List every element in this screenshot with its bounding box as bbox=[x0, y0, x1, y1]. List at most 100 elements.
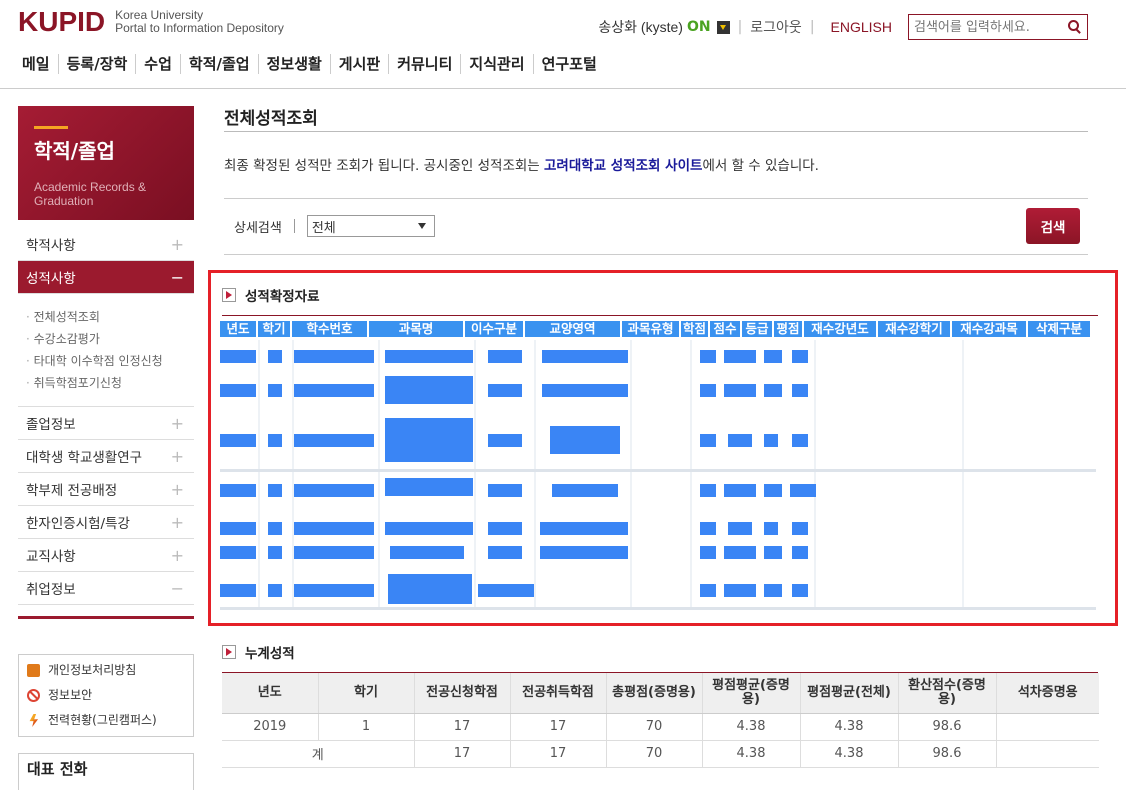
col-year: 년도 bbox=[222, 673, 319, 714]
phone-title: 대표 전화 bbox=[27, 760, 88, 778]
user-name: 송상화 (kyste) bbox=[598, 19, 683, 35]
grade-site-link[interactable]: 고려대학교 성적조회 사이트 bbox=[544, 158, 702, 174]
gnb-divider bbox=[0, 88, 1126, 89]
top-utility-bar: 송상화 (kyste) ON | 로그아웃 | ENGLISH bbox=[598, 14, 1088, 40]
col-year: 년도 bbox=[220, 321, 256, 337]
submenu-item-course-eval[interactable]: 수강소감평가 bbox=[26, 328, 194, 350]
filter-select[interactable]: 전체 bbox=[306, 215, 435, 237]
col-score: 점수 bbox=[710, 321, 740, 337]
cell-gpa-cert: 4.38 bbox=[702, 713, 801, 741]
sidebar-item-label: 취업정보 bbox=[26, 582, 76, 598]
redacted-cell bbox=[792, 350, 808, 363]
security-link[interactable]: 정보보안 bbox=[19, 683, 193, 708]
redacted-cell bbox=[540, 522, 628, 535]
redacted-cell bbox=[764, 484, 782, 497]
redacted-cell bbox=[268, 350, 282, 363]
col-divider bbox=[534, 340, 536, 607]
redacted-cell bbox=[294, 350, 374, 363]
col-converted-score: 환산점수(증명용) bbox=[898, 673, 997, 714]
col-divider bbox=[630, 340, 632, 607]
grades-table-body bbox=[220, 340, 1096, 610]
redacted-cell bbox=[385, 522, 473, 535]
col-gpa: 평점 bbox=[774, 321, 802, 337]
english-link[interactable]: ENGLISH bbox=[831, 19, 892, 35]
kupid-logo[interactable]: KUPID Korea University Portal to Informa… bbox=[18, 6, 284, 38]
redacted-cell bbox=[700, 434, 716, 447]
sidebar-item-graduation[interactable]: 졸업정보 + bbox=[18, 407, 194, 440]
redacted-cell bbox=[700, 546, 716, 559]
col-grade: 등급 bbox=[742, 321, 772, 337]
power-status-link[interactable]: 전력현황(그린캠퍼스) bbox=[19, 708, 193, 733]
gnb-item-class[interactable]: 수업 bbox=[136, 54, 181, 74]
redacted-cell bbox=[700, 522, 716, 535]
cell-major-applied: 17 bbox=[414, 740, 511, 768]
redacted-cell bbox=[478, 584, 534, 597]
redacted-cell bbox=[488, 522, 522, 535]
col-liberal-area: 교양영역 bbox=[525, 321, 620, 337]
search-input[interactable] bbox=[914, 19, 1064, 35]
redacted-cell bbox=[294, 484, 374, 497]
search-icon[interactable] bbox=[1068, 20, 1082, 34]
cell-total-label: 계 bbox=[222, 740, 415, 768]
redacted-cell bbox=[792, 546, 808, 559]
section-title: 성적확정자료 bbox=[245, 289, 320, 305]
redacted-cell bbox=[488, 484, 522, 497]
util-label: 전력현황(그린캠퍼스) bbox=[48, 713, 157, 727]
redacted-cell bbox=[700, 484, 716, 497]
global-navigation: 메일 등록/장학 수업 학적/졸업 정보생활 게시판 커뮤니티 지식관리 연구포… bbox=[14, 54, 605, 74]
col-total-points: 총평점(증명용) bbox=[606, 673, 703, 714]
submenu-item-credit-giveup[interactable]: 취득학점포기신청 bbox=[26, 372, 194, 394]
sidebar-item-employment[interactable]: 취업정보 − bbox=[18, 572, 194, 605]
col-divider bbox=[814, 340, 816, 607]
section-arrow-icon bbox=[222, 645, 236, 659]
privacy-policy-link[interactable]: 개인정보처리방침 bbox=[19, 658, 193, 683]
cell-converted-score: 98.6 bbox=[898, 713, 997, 741]
table-header-row: 년도 학기 전공신청학점 전공취득학점 총평점(증명용) 평점평균(증명용) 평… bbox=[222, 673, 1099, 714]
col-rank-cert: 석차증명용 bbox=[996, 673, 1099, 714]
minus-icon: − bbox=[170, 267, 184, 287]
redacted-cell bbox=[220, 434, 256, 447]
redacted-cell bbox=[220, 484, 256, 497]
redacted-cell bbox=[550, 426, 620, 454]
redacted-cell bbox=[792, 584, 808, 597]
sidebar-title: 학적/졸업 bbox=[34, 139, 115, 163]
monitor-icon bbox=[27, 664, 40, 677]
gnb-item-community[interactable]: 커뮤니티 bbox=[389, 54, 462, 74]
gnb-item-registration[interactable]: 등록/장학 bbox=[59, 54, 137, 74]
redacted-cell bbox=[390, 546, 464, 559]
redacted-cell bbox=[268, 546, 282, 559]
sidebar-item-grades[interactable]: 성적사항 − bbox=[18, 261, 194, 294]
redacted-cell bbox=[728, 522, 752, 535]
gnb-item-knowledge[interactable]: 지식관리 bbox=[461, 54, 534, 74]
submenu-item-all-grades[interactable]: 전체성적조회 bbox=[26, 306, 194, 328]
col-term: 학기 bbox=[318, 673, 415, 714]
gnb-item-info[interactable]: 정보생활 bbox=[259, 54, 331, 74]
sidebar-item-hanja[interactable]: 한자인증시험/특강 + bbox=[18, 506, 194, 539]
gnb-item-academic[interactable]: 학적/졸업 bbox=[181, 54, 259, 74]
filter-divider-bottom bbox=[224, 254, 1088, 255]
banner-accent bbox=[34, 126, 68, 129]
search-button[interactable]: 검색 bbox=[1026, 208, 1080, 244]
redacted-cell bbox=[385, 478, 473, 496]
sidebar-item-campus-life[interactable]: 대학생 학교생활연구 + bbox=[18, 440, 194, 473]
gnb-item-board[interactable]: 게시판 bbox=[331, 54, 390, 74]
sidebar-item-label: 졸업정보 bbox=[26, 417, 76, 433]
redacted-cell bbox=[388, 574, 472, 604]
redacted-cell bbox=[294, 384, 374, 397]
sidebar-item-teaching[interactable]: 교직사항 + bbox=[18, 539, 194, 572]
gnb-item-mail[interactable]: 메일 bbox=[14, 54, 59, 74]
redacted-cell bbox=[268, 584, 282, 597]
sidebar-item-major-assign[interactable]: 학부제 전공배정 + bbox=[18, 473, 194, 506]
plus-icon: + bbox=[170, 512, 184, 532]
redacted-cell bbox=[764, 546, 782, 559]
redacted-cell bbox=[488, 434, 522, 447]
sidebar-item-academic-status[interactable]: 학적사항 + bbox=[18, 228, 194, 261]
redacted-cell bbox=[792, 522, 808, 535]
status-dropdown-icon[interactable] bbox=[716, 20, 730, 34]
redacted-cell bbox=[294, 522, 374, 535]
gnb-item-research[interactable]: 연구포털 bbox=[534, 54, 605, 74]
redacted-cell bbox=[268, 522, 282, 535]
logout-link[interactable]: 로그아웃 bbox=[750, 17, 802, 37]
submenu-item-transfer-credit[interactable]: 타대학 이수학점 인정신청 bbox=[26, 350, 194, 372]
divider: | bbox=[737, 19, 743, 35]
